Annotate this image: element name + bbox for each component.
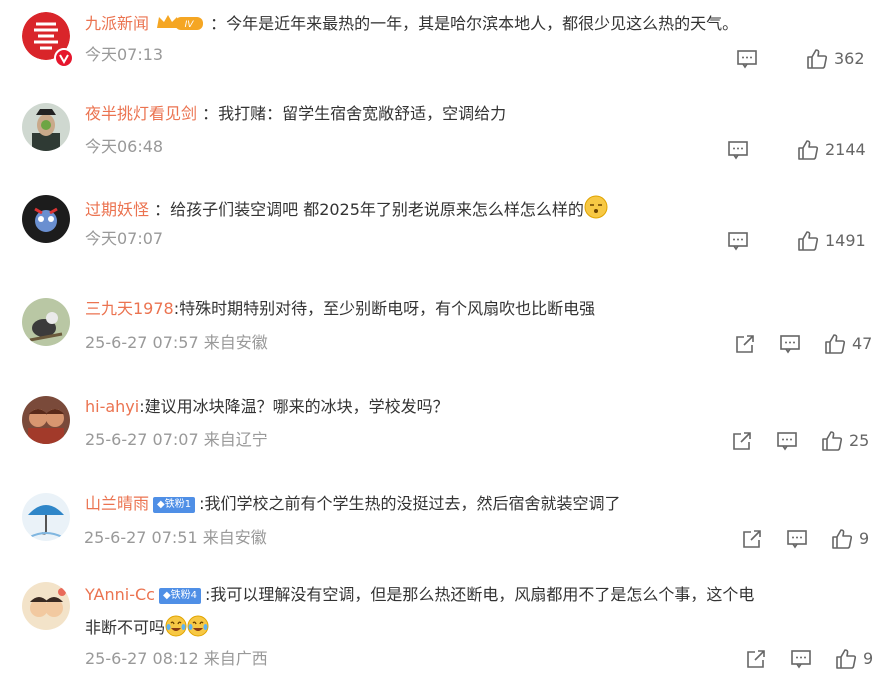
thumbs-up-icon [836, 649, 857, 669]
thumbs-up-icon [798, 231, 819, 251]
like-button[interactable]: 9 [831, 528, 869, 550]
comment-icon[interactable] [736, 48, 758, 70]
like-count: 25 [849, 431, 870, 450]
timestamp: 今天07:13 [85, 45, 164, 64]
like-count: 2144 [825, 140, 866, 159]
like-button[interactable]: 362 [806, 48, 865, 70]
comment-icon[interactable] [779, 333, 801, 355]
username[interactable]: 九派新闻 [85, 14, 149, 33]
like-button[interactable]: 2144 [797, 139, 866, 161]
comment-text: 特殊时期特别对待，至少别断电呀，有个风扇吹也比断电强 [179, 299, 596, 318]
username[interactable]: 三九天1978 [85, 299, 174, 318]
timestamp: 25-6-27 07:57 来自安徽 [85, 333, 268, 352]
separator: ： [149, 200, 171, 219]
laugh-cry-emoji-icon [187, 615, 209, 643]
avatar[interactable] [22, 298, 70, 346]
comment-item: 三九天1978:特殊时期特别对待，至少别断电呀，有个风扇吹也比断电强 25-6-… [0, 296, 892, 386]
timestamp: 25-6-27 07:51 来自安徽 [84, 528, 267, 547]
comment-item: YAnni-Cc ◆铁粉4:我可以理解没有空调，但是那么热还断电，风扇都用不了是怎… [0, 582, 892, 678]
vip-crown-icon: IV [155, 12, 205, 38]
username[interactable]: hi-ahyi [85, 397, 139, 416]
like-button[interactable]: 9 [835, 648, 873, 670]
timestamp: 25-6-27 07:07 来自辽宁 [85, 430, 268, 449]
comment-line: 九派新闻 IV ：今年是近年来最热的一年，其是哈尔滨本地人，都很少见这么热的天气。 [85, 12, 738, 38]
thumbs-up-icon [807, 49, 828, 69]
share-icon[interactable] [731, 430, 753, 452]
comment-text: 建议用冰块降温？哪来的冰块，学校发吗？ [144, 397, 449, 416]
comment-item: hi-ahyi:建议用冰块降温？哪来的冰块，学校发吗？ 25-6-27 07:0… [0, 394, 892, 484]
comment-icon[interactable] [727, 139, 749, 161]
like-count: 362 [834, 49, 865, 68]
comment-item: 山兰晴雨 ◆铁粉1:我们学校之前有个学生热的没挺过去，然后宿舍就装空调了 25-6… [0, 490, 892, 580]
comment-item: 夜半挑灯看见剑 ：我打赌：留学生宿舍宽敞舒适，空调给力 今天06:48 2144 [0, 100, 892, 190]
comment-text: 我们学校之前有个学生热的没挺过去，然后宿舍就装空调了 [204, 494, 621, 513]
comment-line: 非断不可吗 [85, 615, 209, 643]
separator: ： [205, 14, 227, 33]
comment-text: 我可以理解没有空调，但是那么热还断电，风扇都用不了是怎么个事，这个电 [210, 585, 755, 604]
like-button[interactable]: 47 [824, 333, 872, 355]
comment-line: 夜半挑灯看见剑 ：我打赌：留学生宿舍宽敞舒适，空调给力 [85, 103, 506, 125]
comment-line: YAnni-Cc ◆铁粉4:我可以理解没有空调，但是那么热还断电，风扇都用不了是怎… [85, 584, 754, 606]
thumbs-up-icon [825, 334, 846, 354]
comment-line: 三九天1978:特殊时期特别对待，至少别断电呀，有个风扇吹也比断电强 [85, 298, 595, 320]
username[interactable]: YAnni-Cc [85, 585, 155, 604]
fan-badge: ◆铁粉4 [158, 588, 202, 604]
comment-text: 给孩子们装空调吧 都2025年了别老说原来怎么样怎么样的 [170, 200, 584, 219]
timestamp: 今天07:07 [85, 229, 164, 248]
comment-icon[interactable] [786, 528, 808, 550]
username[interactable]: 山兰晴雨 [85, 494, 149, 513]
avatar[interactable] [22, 582, 70, 630]
comment-item: 过期妖怪 ：给孩子们装空调吧 都2025年了别老说原来怎么样怎么样的 今天07:… [0, 192, 892, 282]
like-count: 47 [852, 334, 873, 353]
comment-line: 过期妖怪 ：给孩子们装空调吧 都2025年了别老说原来怎么样怎么样的 [85, 195, 608, 225]
thumbs-up-icon [832, 529, 853, 549]
like-count: 1491 [825, 231, 866, 250]
fan-level: 铁粉1 [164, 499, 192, 510]
thumbs-up-icon [822, 431, 843, 451]
comment-icon[interactable] [727, 230, 749, 252]
avatar[interactable] [22, 396, 70, 444]
fan-level: 铁粉4 [170, 590, 198, 601]
avatar[interactable] [22, 103, 70, 151]
comment-icon[interactable] [790, 648, 812, 670]
comment-item: 九派新闻 IV ：今年是近年来最热的一年，其是哈尔滨本地人，都很少见这么热的天气。… [0, 0, 892, 90]
share-icon[interactable] [734, 333, 756, 355]
comment-text: 我打赌：留学生宿舍宽敞舒适，空调给力 [218, 104, 507, 123]
verified-badge-icon [54, 48, 74, 68]
emoji-icon [584, 195, 608, 225]
comment-line: hi-ahyi:建议用冰块降温？哪来的冰块，学校发吗？ [85, 396, 449, 418]
like-button[interactable]: 25 [821, 430, 869, 452]
share-icon[interactable] [745, 648, 767, 670]
username[interactable]: 夜半挑灯看见剑 [85, 104, 197, 123]
fan-badge: ◆铁粉1 [153, 497, 196, 513]
vip-level-badge: IV [185, 20, 195, 30]
comment-icon[interactable] [776, 430, 798, 452]
like-button[interactable]: 1491 [797, 230, 866, 252]
comment-text-continued: 非断不可吗 [85, 618, 166, 637]
timestamp: 25-6-27 08:12 来自广西 [85, 649, 268, 668]
like-count: 9 [863, 649, 874, 668]
like-count: 9 [859, 529, 870, 548]
thumbs-up-icon [798, 140, 819, 160]
timestamp: 今天06:48 [85, 137, 164, 156]
avatar[interactable] [22, 493, 70, 541]
avatar[interactable] [22, 195, 70, 243]
username[interactable]: 过期妖怪 [85, 200, 149, 219]
comment-text: 今年是近年来最热的一年，其是哈尔滨本地人，都很少见这么热的天气。 [226, 14, 739, 33]
laugh-cry-emoji-icon [165, 615, 187, 643]
separator: ： [197, 104, 219, 123]
share-icon[interactable] [741, 528, 763, 550]
comment-line: 山兰晴雨 ◆铁粉1:我们学校之前有个学生热的没挺过去，然后宿舍就装空调了 [85, 493, 621, 515]
